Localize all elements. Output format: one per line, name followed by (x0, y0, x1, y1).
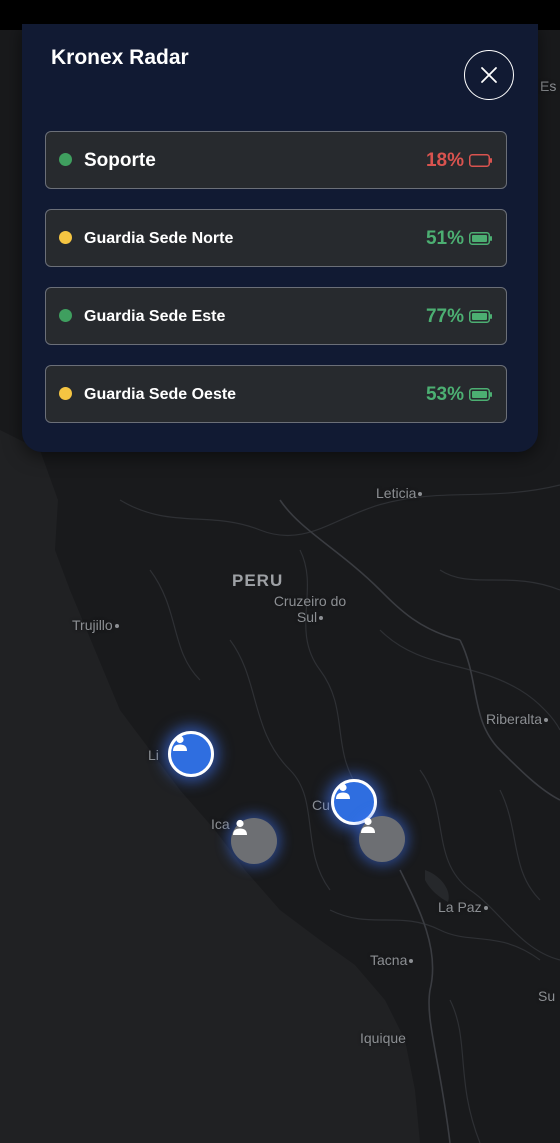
battery-percent: 77% (425, 306, 464, 327)
panel-title: Kronex Radar (51, 46, 189, 69)
close-button[interactable] (464, 50, 514, 100)
battery-ok-icon (469, 232, 492, 245)
device-name: Guardia Sede Oeste (84, 386, 237, 403)
place-label-lima: Li (148, 747, 159, 763)
place-label-edge: Es (540, 78, 557, 94)
battery-ok-icon (469, 388, 492, 401)
place-label-tacna: Tacna (370, 952, 414, 968)
place-label-riberalta: Riberalta (486, 711, 549, 727)
person-icon (173, 735, 187, 751)
person-icon (336, 783, 350, 799)
person-icon (233, 819, 247, 835)
device-row-guardia-sede-norte[interactable]: Guardia Sede Norte 51% (45, 209, 507, 267)
battery-low-icon (469, 154, 492, 167)
place-label-leticia: Leticia (376, 485, 423, 501)
status-dot-online (59, 309, 72, 322)
device-name: Guardia Sede Este (84, 308, 226, 325)
place-label-trujillo: Trujillo (72, 617, 119, 633)
person-icon (361, 817, 375, 833)
place-label-cusco: Cu (312, 797, 330, 813)
device-row-guardia-sede-oeste[interactable]: Guardia Sede Oeste 53% (45, 365, 507, 423)
place-label-iquique: Iquique (360, 1030, 406, 1046)
battery-percent: 53% (425, 384, 464, 405)
device-row-soporte[interactable]: Soporte 18% (45, 131, 507, 189)
place-label-la-paz: La Paz (438, 899, 488, 915)
device-name: Soporte (84, 150, 156, 171)
user-marker-ica[interactable] (231, 818, 277, 864)
close-icon (481, 67, 497, 83)
status-dot-online (59, 153, 72, 166)
place-label-sucre: Su (538, 988, 556, 1004)
user-marker-east[interactable] (359, 816, 405, 862)
device-name: Guardia Sede Norte (84, 230, 234, 247)
device-row-guardia-sede-este[interactable]: Guardia Sede Este 77% (45, 287, 507, 345)
place-label-cruzeiro-do-sul: Cruzeiro do Sul (273, 593, 347, 625)
status-dot-warning (59, 231, 72, 244)
devices-panel: Kronex Radar Soporte 18% Guardia Sede No… (22, 24, 538, 452)
battery-percent: 18% (425, 150, 464, 171)
user-marker-lima[interactable] (168, 731, 214, 777)
status-dot-warning (59, 387, 72, 400)
battery-percent: 51% (425, 228, 464, 249)
country-label: PERU (232, 571, 284, 590)
battery-ok-icon (469, 310, 492, 323)
place-label-ica: Ica (211, 816, 230, 832)
